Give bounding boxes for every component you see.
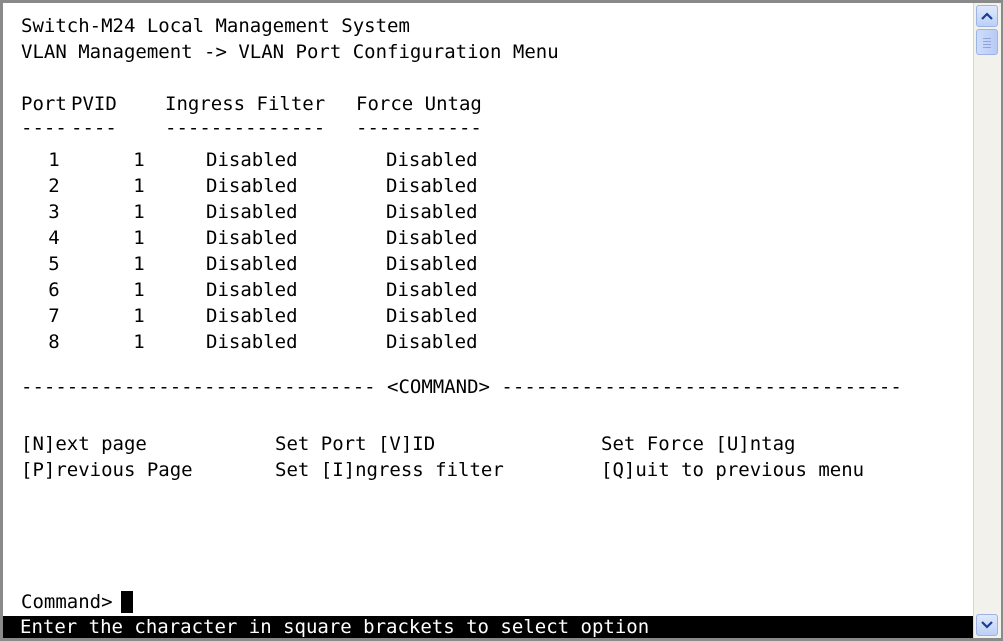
pvid-cell: 1 <box>133 201 145 223</box>
ingress-filter-cell: Disabled <box>206 227 298 249</box>
port-cell: 6 <box>48 279 60 301</box>
pvid-cell: 1 <box>133 175 145 197</box>
command-divider: ------------------------------- <COMMAND… <box>21 376 902 398</box>
column-header-pvid: PVID <box>71 93 117 115</box>
input-cursor[interactable] <box>121 591 133 613</box>
force-untag-cell: Disabled <box>386 175 478 197</box>
pvid-cell: 1 <box>133 227 145 249</box>
column-underline-port: ---- <box>21 117 67 139</box>
port-cell: 1 <box>48 149 60 171</box>
force-untag-cell: Disabled <box>386 201 478 223</box>
vertical-scrollbar[interactable] <box>973 3 1001 638</box>
command-set-ingress-filter[interactable]: Set [I]ngress filter <box>275 457 504 483</box>
port-cell: 8 <box>48 331 60 353</box>
command-quit[interactable]: [Q]uit to previous menu <box>601 457 864 483</box>
port-cell: 7 <box>48 305 60 327</box>
pvid-cell: 1 <box>133 279 145 301</box>
command-previous-page[interactable]: [P]revious Page <box>21 457 193 483</box>
column-header-ingress-filter: Ingress Filter <box>165 93 326 115</box>
system-title: Switch-M24 Local Management System <box>21 15 410 37</box>
ingress-filter-cell: Disabled <box>206 149 298 171</box>
command-set-force-untag[interactable]: Set Force [U]ntag <box>601 431 795 457</box>
force-untag-cell: Disabled <box>386 305 478 327</box>
pvid-cell: 1 <box>133 331 145 353</box>
chevron-up-icon <box>981 12 993 20</box>
scroll-thumb[interactable] <box>976 29 998 55</box>
force-untag-cell: Disabled <box>386 149 478 171</box>
pvid-cell: 1 <box>133 305 145 327</box>
force-untag-cell: Disabled <box>386 253 478 275</box>
ingress-filter-cell: Disabled <box>206 279 298 301</box>
ingress-filter-cell: Disabled <box>206 201 298 223</box>
status-bar: Enter the character in square brackets t… <box>3 616 973 638</box>
force-untag-cell: Disabled <box>386 331 478 353</box>
force-untag-cell: Disabled <box>386 279 478 301</box>
scroll-up-button[interactable] <box>976 5 998 27</box>
command-next-page[interactable]: [N]ext page <box>21 431 147 457</box>
chevron-down-icon <box>981 621 993 629</box>
column-header-force-untag: Force Untag <box>356 93 482 115</box>
pvid-cell: 1 <box>133 149 145 171</box>
column-underline-force-untag: ----------- <box>356 117 482 139</box>
port-cell: 5 <box>48 253 60 275</box>
pvid-cell: 1 <box>133 253 145 275</box>
port-cell: 2 <box>48 175 60 197</box>
force-untag-cell: Disabled <box>386 227 478 249</box>
command-set-port-vid[interactable]: Set Port [V]ID <box>275 431 435 457</box>
menu-breadcrumb: VLAN Management -> VLAN Port Configurati… <box>21 41 559 63</box>
ingress-filter-cell: Disabled <box>206 331 298 353</box>
port-cell: 4 <box>48 227 60 249</box>
ingress-filter-cell: Disabled <box>206 305 298 327</box>
scroll-down-button[interactable] <box>976 614 998 636</box>
port-cell: 3 <box>48 201 60 223</box>
column-header-port: Port <box>21 93 67 115</box>
terminal-screen[interactable]: Switch-M24 Local Management System VLAN … <box>3 3 973 638</box>
column-underline-ingress-filter: -------------- <box>165 117 326 139</box>
ingress-filter-cell: Disabled <box>206 175 298 197</box>
command-prompt: Command> <box>21 591 113 613</box>
column-underline-pvid: ---- <box>71 117 117 139</box>
ingress-filter-cell: Disabled <box>206 253 298 275</box>
